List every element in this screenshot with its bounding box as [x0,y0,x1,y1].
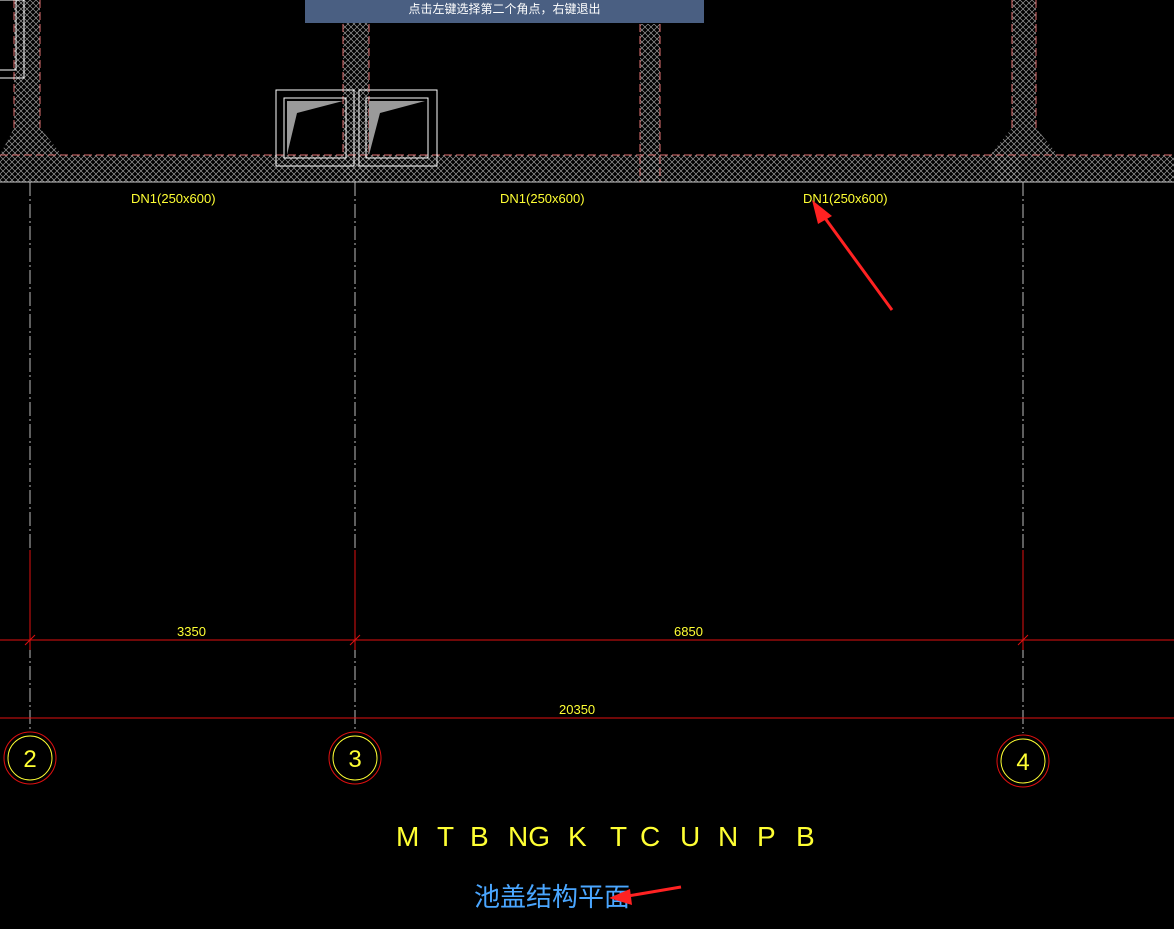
dimension-6850[interactable]: 6850 [674,624,703,639]
axis-bubble-2[interactable]: 2 [3,731,57,785]
axis-label-3: 3 [348,746,361,773]
grid-axis-lines [29,182,1024,733]
axis-label-2: 2 [23,746,36,773]
garbled-letter: T [437,821,454,852]
garbled-letter: B [470,821,489,852]
axis-bubble-4[interactable]: 4 [996,734,1050,788]
cad-drawing-canvas[interactable]: DN1(250x600) DN1(250x600) DN1(250x600) 3… [0,0,1174,929]
annotation-arrow-icon [812,200,894,311]
cad-viewport[interactable]: DN1(250x600) DN1(250x600) DN1(250x600) 3… [0,0,1174,929]
beam-label-1[interactable]: DN1(250x600) [131,191,216,206]
garbled-letter: K [568,821,587,852]
beam-hatch-mid [355,155,1020,182]
garbled-letter: C [640,821,660,852]
garbled-letter: U [680,821,700,852]
garbled-letter: T [610,821,627,852]
command-prompt-text: 点击左键选择第二个角点，右键退出 [408,2,601,16]
axis-label-4: 4 [1016,749,1029,776]
beam-outlines [0,0,1174,182]
dimension-3350[interactable]: 3350 [177,624,206,639]
garbled-text-row[interactable]: M T B NG K T C U N P B [396,821,815,852]
garbled-letter: M [396,821,419,852]
beam-label-2[interactable]: DN1(250x600) [500,191,585,206]
garbled-letter: P [757,821,776,852]
garbled-letter: NG [508,821,550,852]
drawing-title[interactable]: 池盖结构平面 [474,883,630,913]
small-column-hatch [640,24,660,182]
command-prompt-bar: 点击左键选择第二个角点，右键退出 [305,0,704,23]
dimension-20350[interactable]: 20350 [559,702,595,717]
garbled-letter: B [796,821,815,852]
axis-bubble-3[interactable]: 3 [328,731,382,785]
garbled-letter: N [718,821,738,852]
